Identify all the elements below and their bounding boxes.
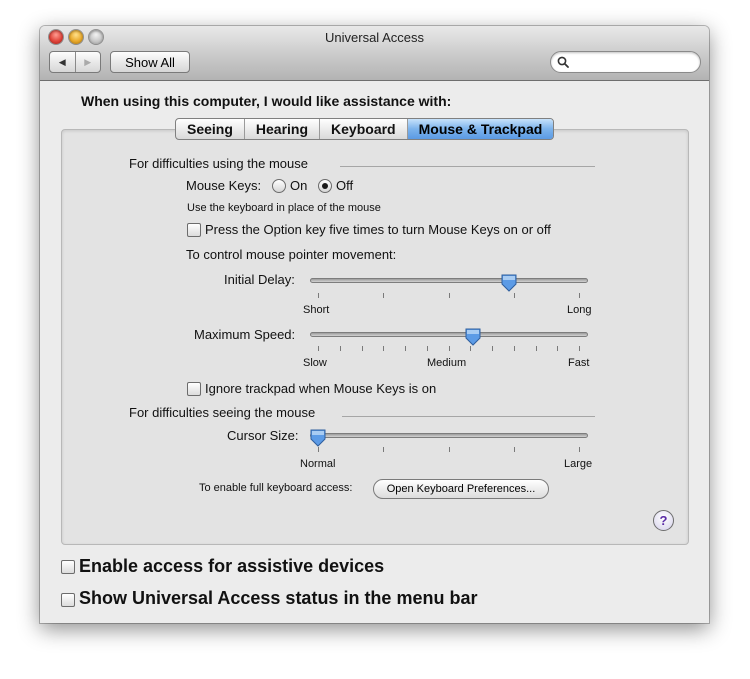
maximum-speed-tick	[361, 346, 363, 351]
initial-delay-slider-thumb[interactable]	[501, 274, 517, 292]
initial-delay-max-label: Long	[567, 304, 592, 316]
title-bar: Universal Access ◀ ▶ Show All	[40, 26, 709, 81]
cursor-size-tick	[448, 447, 450, 452]
back-triangle-icon: ◀	[58, 56, 66, 67]
cursor-size-tick	[318, 447, 319, 452]
maximum-speed-label: Maximum Speed:	[194, 327, 296, 342]
option-key-label: Press the Option key five times to turn …	[205, 222, 551, 237]
cursor-size-slider-thumb[interactable]	[310, 429, 326, 447]
maximum-speed-tick	[470, 346, 472, 351]
cursor-size-label: Cursor Size:	[227, 428, 299, 443]
initial-delay-tick	[579, 293, 580, 298]
menu-bar-status-label: Show Universal Access status in the menu…	[79, 588, 478, 608]
maximum-speed-tick	[448, 346, 450, 351]
initial-delay-label: Initial Delay:	[224, 272, 295, 287]
search-input[interactable]	[573, 54, 695, 70]
mouse-keys-off-radio[interactable]	[318, 179, 332, 193]
mouse-section-divider	[340, 166, 595, 167]
preferences-window: Universal Access ◀ ▶ Show All When using…	[40, 26, 709, 623]
cursor-size-tick	[513, 447, 515, 452]
initial-delay-tick	[318, 293, 319, 298]
back-forward-control: ◀ ▶	[49, 51, 101, 73]
assistive-devices-checkbox[interactable]	[61, 560, 75, 574]
forward-triangle-icon: ▶	[84, 56, 92, 67]
seeing-section-divider	[342, 416, 595, 417]
option-key-checkbox[interactable]	[187, 223, 201, 237]
cursor-size-max-label: Large	[564, 458, 593, 470]
assistance-heading: When using this computer, I would like a…	[81, 93, 452, 109]
mouse-keys-on-radio[interactable]	[272, 179, 286, 193]
maximum-speed-slider-thumb[interactable]	[465, 328, 481, 346]
ignore-trackpad-label: Ignore trackpad when Mouse Keys is on	[205, 381, 437, 396]
help-button[interactable]: ?	[653, 510, 674, 531]
question-mark-icon: ?	[659, 513, 668, 528]
maximum-speed-tick	[318, 346, 319, 351]
pointer-movement-label: To control mouse pointer movement:	[186, 247, 397, 262]
initial-delay-min-label: Short	[303, 304, 330, 316]
cursor-size-track[interactable]	[310, 433, 588, 438]
mouse-keys-help-text: Use the keyboard in place of the mouse	[187, 202, 381, 214]
mouse-keys-on-label: On	[290, 178, 308, 193]
maximum-speed-tick	[492, 346, 493, 351]
search-field[interactable]	[550, 51, 701, 73]
tab-seeing[interactable]: Seeing	[176, 119, 244, 139]
category-tabs: Seeing Hearing Keyboard Mouse & Trackpad	[175, 118, 555, 140]
maximum-speed-tick	[579, 346, 580, 351]
tab-mouse-trackpad[interactable]: Mouse & Trackpad	[406, 119, 554, 139]
cursor-size-tick	[383, 447, 385, 452]
back-button[interactable]: ◀	[50, 52, 75, 72]
initial-delay-track[interactable]	[310, 278, 588, 283]
mouse-keys-label: Mouse Keys:	[186, 178, 262, 193]
maximum-speed-tick	[405, 346, 406, 351]
initial-delay-tick	[383, 293, 385, 298]
cursor-size-tick	[579, 447, 580, 452]
forward-button[interactable]: ▶	[74, 52, 101, 72]
open-keyboard-preferences-button[interactable]: Open Keyboard Preferences...	[373, 479, 549, 499]
maximum-speed-tick	[513, 346, 515, 351]
tab-keyboard[interactable]: Keyboard	[319, 119, 407, 139]
assistive-devices-label: Enable access for assistive devices	[79, 556, 385, 576]
mouse-keys-off-label: Off	[336, 178, 354, 193]
tab-hearing[interactable]: Hearing	[243, 119, 319, 139]
initial-delay-tick	[513, 293, 515, 298]
ignore-trackpad-checkbox[interactable]	[187, 382, 201, 396]
cursor-size-min-label: Normal	[300, 458, 336, 470]
menu-bar-status-checkbox[interactable]	[61, 593, 75, 607]
maximum-speed-tick	[339, 346, 341, 351]
maximum-speed-tick	[557, 346, 559, 351]
maximum-speed-tick	[426, 346, 428, 351]
maximum-speed-max-label: Fast	[568, 357, 590, 369]
keyboard-access-label: To enable full keyboard access:	[199, 482, 353, 494]
mouse-section-title: For difficulties using the mouse	[129, 156, 308, 171]
maximum-speed-track[interactable]	[310, 332, 588, 337]
window-title: Universal Access	[325, 30, 424, 45]
maximum-speed-mid-label: Medium	[427, 357, 467, 369]
seeing-section-title: For difficulties seeing the mouse	[129, 405, 316, 420]
maximum-speed-tick	[535, 346, 537, 351]
initial-delay-tick	[448, 293, 450, 298]
maximum-speed-tick	[383, 346, 385, 351]
maximum-speed-min-label: Slow	[303, 357, 327, 369]
show-all-button[interactable]: Show All	[110, 51, 190, 73]
search-icon	[557, 56, 569, 68]
